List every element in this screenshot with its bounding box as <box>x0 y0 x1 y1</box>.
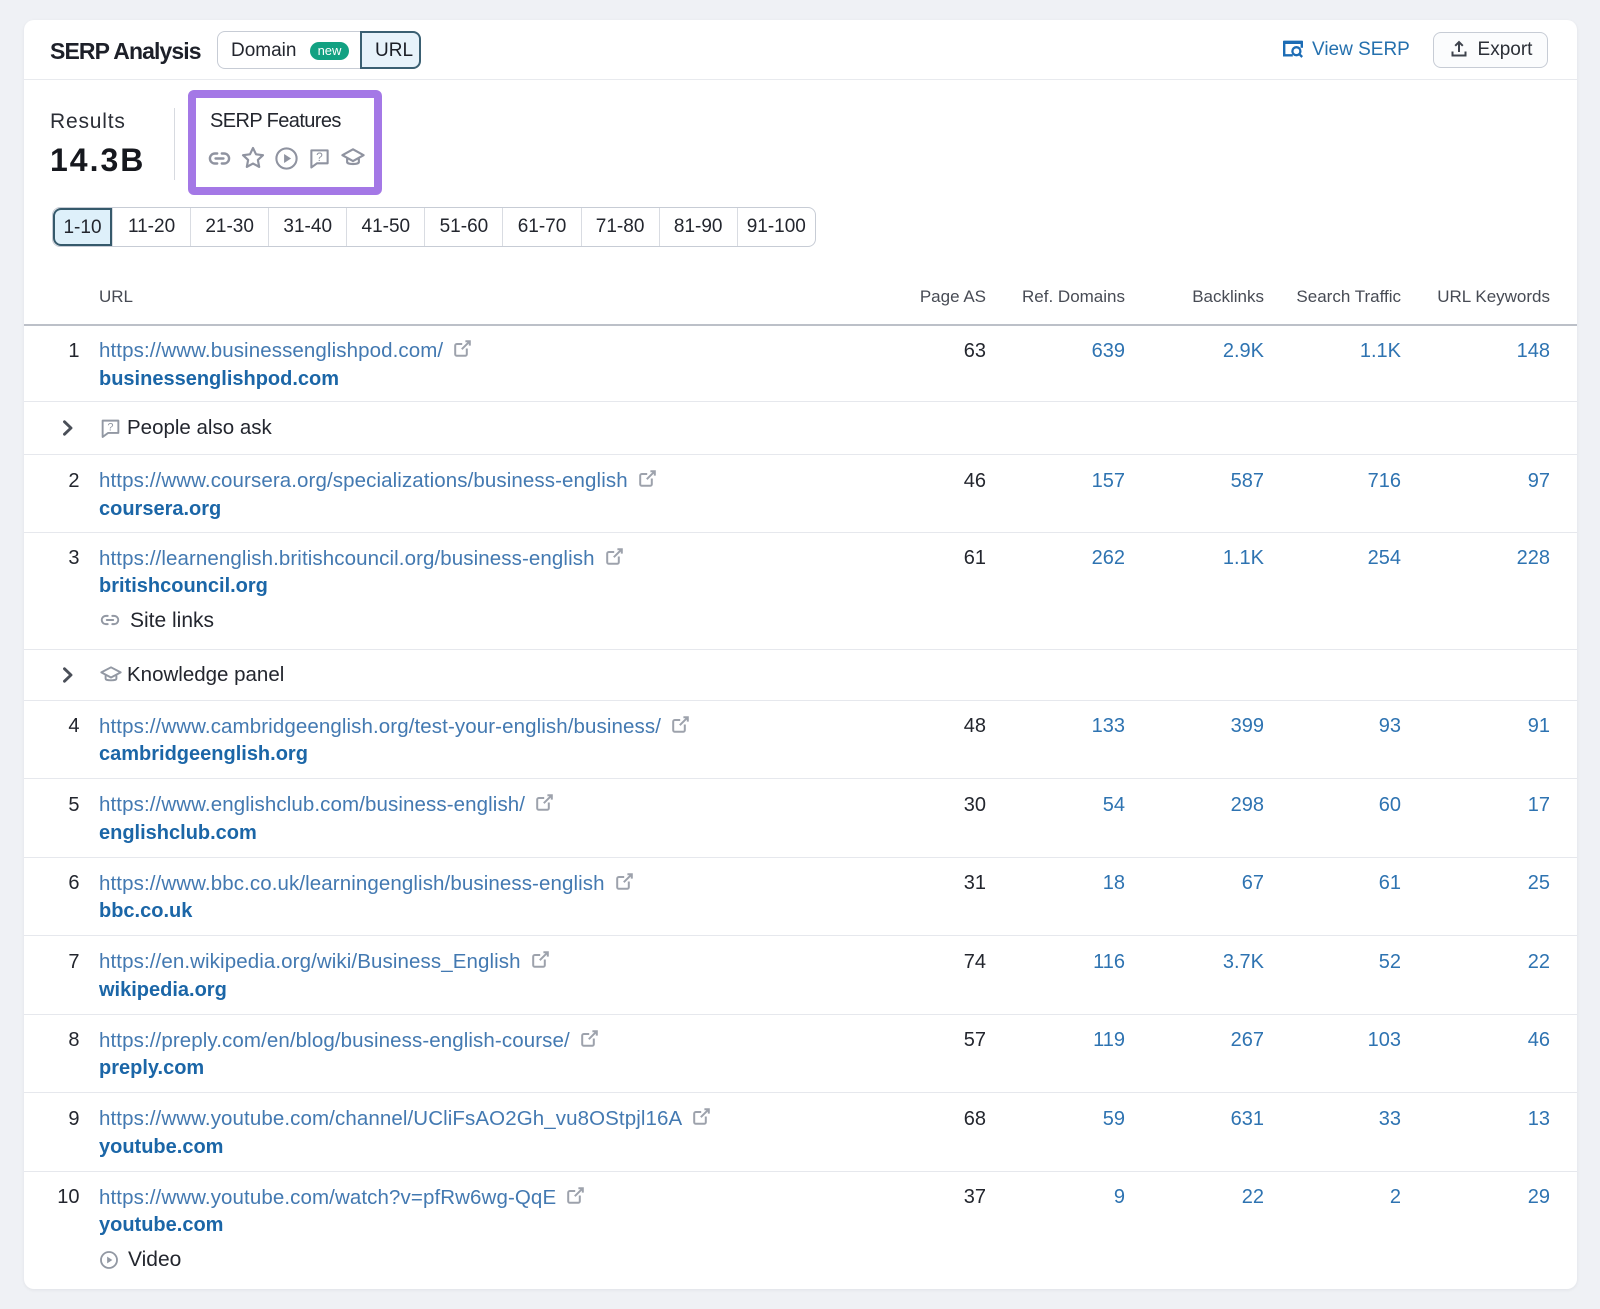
svg-text:?: ? <box>107 421 113 433</box>
svg-text:?: ? <box>316 150 323 164</box>
